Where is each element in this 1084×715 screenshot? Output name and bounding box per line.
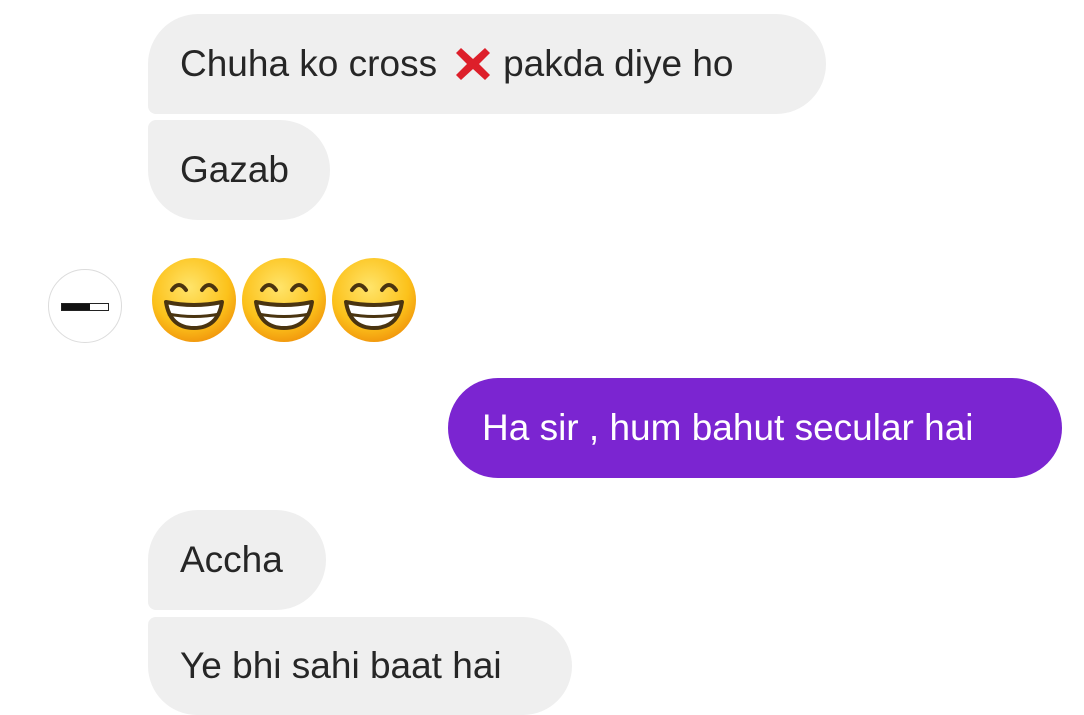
chat-thread: Chuha ko cross pakda diye ho Gazab Ha si…	[0, 0, 1084, 715]
message-text: Gazab	[180, 149, 290, 190]
message-text: Accha	[180, 539, 283, 580]
beaming-face-icon	[242, 258, 326, 342]
message-text: Chuha ko cross	[180, 43, 438, 84]
message-text: Ha sir , hum bahut secular hai	[482, 407, 974, 448]
beaming-face-icon	[332, 258, 416, 342]
incoming-message[interactable]: Ye bhi sahi baat hai	[148, 617, 572, 715]
message-text: Ye bhi sahi baat hai	[180, 645, 502, 686]
incoming-message[interactable]: Chuha ko cross pakda diye ho	[148, 14, 826, 114]
beaming-face-icon	[152, 258, 236, 342]
outgoing-message[interactable]: Ha sir , hum bahut secular hai	[448, 378, 1062, 478]
emoji-message[interactable]	[150, 256, 418, 348]
sender-avatar[interactable]	[48, 269, 122, 343]
message-text: pakda diye ho	[503, 43, 734, 84]
incoming-message[interactable]: Accha	[148, 510, 326, 610]
cross-mark-icon	[453, 44, 493, 84]
incoming-message[interactable]: Gazab	[148, 120, 330, 220]
avatar-logo	[61, 303, 109, 311]
